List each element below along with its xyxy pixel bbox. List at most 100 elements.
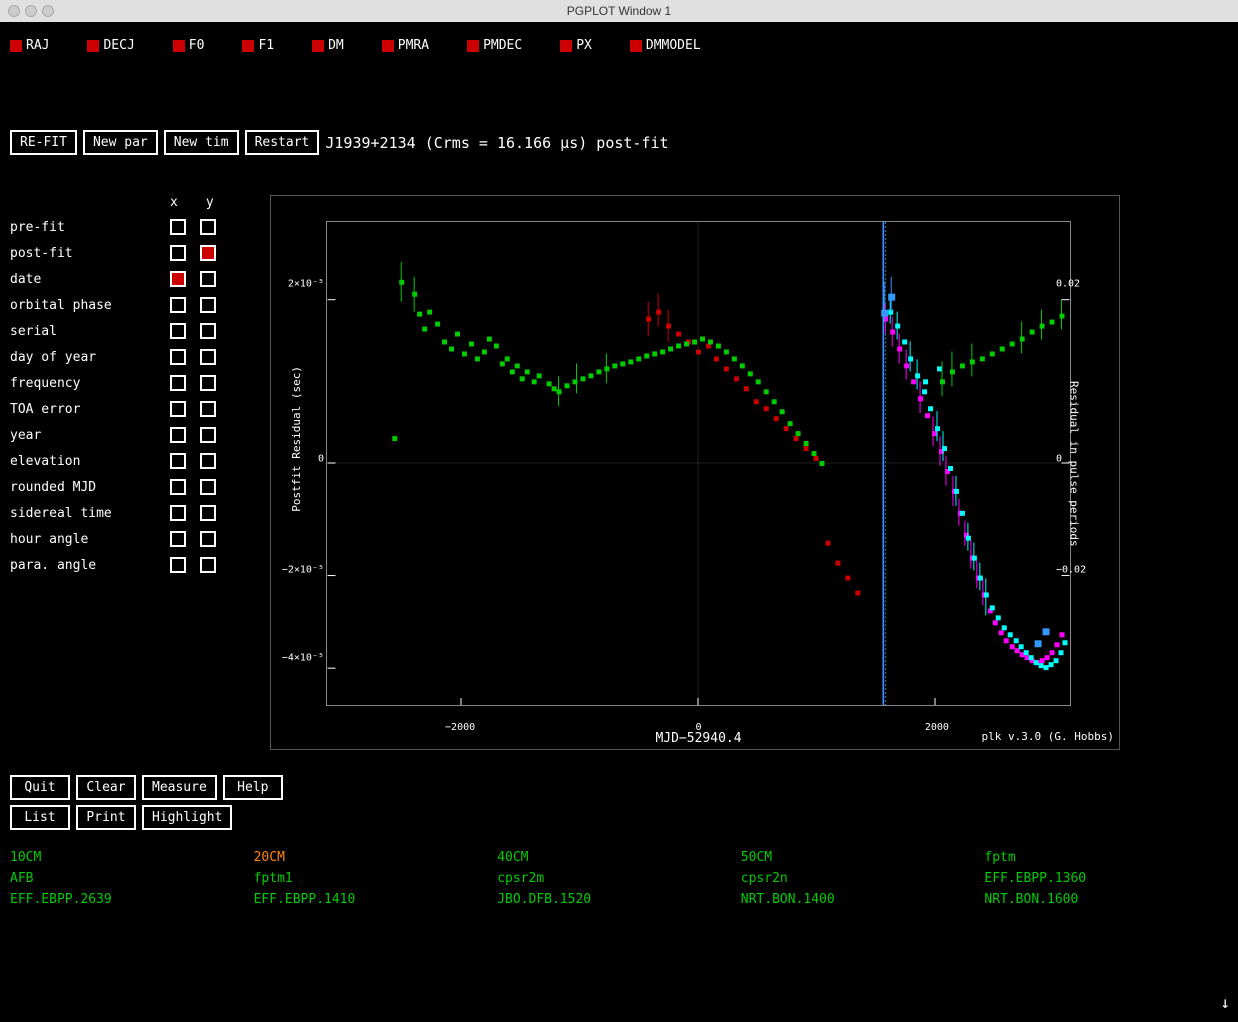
axis-row-frequency[interactable]: frequency [10,370,270,396]
axis-row-label-12: hour angle [10,532,170,547]
checkbox-x-6[interactable] [170,375,186,391]
window-controls [8,5,54,17]
param-toggle-DMMODEL[interactable]: DMMODEL [630,38,701,53]
axis-row-label-7: TOA error [10,402,170,417]
checkbox-x-7[interactable] [170,401,186,417]
x-axis-label: MJD−52940.4 [326,731,1071,746]
right-ytick-0: 0 [1056,453,1062,464]
label-10cm: 10CM [10,850,254,865]
axis-row-rounded-MJD[interactable]: rounded MJD [10,474,270,500]
checkbox-x-0[interactable] [170,219,186,235]
checkbox-x-4[interactable] [170,323,186,339]
checkbox-y-3[interactable] [200,297,216,313]
checkbox-y-2[interactable] [200,271,216,287]
param-toggle-PMRA[interactable]: PMRA [382,38,429,53]
label-fptm: fptm [984,850,1228,865]
checkbox-x-9[interactable] [170,453,186,469]
axis-row-year[interactable]: year [10,422,270,448]
axis-row-post-fit[interactable]: post-fit [10,240,270,266]
checkbox-y-8[interactable] [200,427,216,443]
axis-row-serial[interactable]: serial [10,318,270,344]
param-toggles: RAJ DECJ F0 F1 DM PMRA PMDEC PX DMMODEL [0,30,1238,61]
checkbox-y-4[interactable] [200,323,216,339]
label-eff1410: EFF.EBPP.1410 [254,892,498,907]
checkbox-x-13[interactable] [170,557,186,573]
axis-row-day-of-year[interactable]: day of year [10,344,270,370]
checkbox-x-2[interactable] [170,271,186,287]
axis-row-para.-angle[interactable]: para. angle [10,552,270,578]
plot-area[interactable] [326,221,1071,706]
new-tim-button[interactable]: New tim [164,130,239,155]
axis-row-TOA-error[interactable]: TOA error [10,396,270,422]
list-button[interactable]: List [10,805,70,830]
label-50cm: 50CM [741,850,985,865]
param-toggle-F0[interactable]: F0 [173,38,205,53]
axis-row-label-2: date [10,272,170,287]
checkbox-x-10[interactable] [170,479,186,495]
restart-button[interactable]: Restart [245,130,320,155]
checkbox-x-11[interactable] [170,505,186,521]
axis-row-label-9: elevation [10,454,170,469]
axis-row-label-5: day of year [10,350,170,365]
action-buttons: RE-FIT New par New tim Restart J1939+213… [10,130,669,155]
checkbox-y-13[interactable] [200,557,216,573]
param-toggle-DECJ[interactable]: DECJ [87,38,134,53]
axis-row-pre-fit[interactable]: pre-fit [10,214,270,240]
close-button[interactable] [8,5,20,17]
axis-row-orbital-phase[interactable]: orbital phase [10,292,270,318]
label-nrt1600: NRT.BON.1600 [984,892,1228,907]
axis-row-sidereal-time[interactable]: sidereal time [10,500,270,526]
checkbox-y-0[interactable] [200,219,216,235]
label-eff1360: EFF.EBPP.1360 [984,871,1228,886]
checkbox-x-8[interactable] [170,427,186,443]
checkbox-x-5[interactable] [170,349,186,365]
axis-row-label-8: year [10,428,170,443]
quit-button[interactable]: Quit [10,775,70,800]
refit-button[interactable]: RE-FIT [10,130,77,155]
checkbox-y-10[interactable] [200,479,216,495]
plot-svg [327,222,1070,705]
axis-row-label-3: orbital phase [10,298,170,313]
param-toggle-F1[interactable]: F1 [242,38,274,53]
axis-row-label-0: pre-fit [10,220,170,235]
param-toggle-DM[interactable]: DM [312,38,344,53]
plot-container: 2×10⁻⁵ 0 −2×10⁻⁵ −4×10⁻⁵ Postfit Residua… [270,195,1120,750]
axis-row-elevation[interactable]: elevation [10,448,270,474]
measure-button[interactable]: Measure [142,775,217,800]
highlight-button[interactable]: Highlight [142,805,232,830]
y-axis-label: Postfit Residual (sec) [271,196,321,681]
checkbox-x-1[interactable] [170,245,186,261]
checkbox-x-3[interactable] [170,297,186,313]
checkbox-y-6[interactable] [200,375,216,391]
plk-version: plk v.3.0 (G. Hobbs) [982,730,1114,743]
label-row-1: 10CM 20CM 40CM 50CM fptm [10,850,1228,865]
checkbox-y-5[interactable] [200,349,216,365]
checkbox-y-1[interactable] [200,245,216,261]
checkbox-y-11[interactable] [200,505,216,521]
label-40cm: 40CM [497,850,741,865]
label-fptm1: fptm1 [254,871,498,886]
bottom-row-2: List Print Highlight [10,805,283,830]
help-button[interactable]: Help [223,775,283,800]
scroll-down-arrow[interactable]: ↓ [1220,993,1230,1012]
right-ytick-002: 0.02 [1056,279,1080,290]
param-toggle-PMDEC[interactable]: PMDEC [467,38,522,53]
checkbox-y-9[interactable] [200,453,216,469]
axis-row-hour-angle[interactable]: hour angle [10,526,270,552]
new-par-button[interactable]: New par [83,130,158,155]
label-cpsr2n: cpsr2n [741,871,985,886]
print-button[interactable]: Print [76,805,136,830]
axis-row-date[interactable]: date [10,266,270,292]
maximize-button[interactable] [42,5,54,17]
param-toggle-RAJ[interactable]: RAJ [10,38,49,53]
label-nrt1400: NRT.BON.1400 [741,892,985,907]
minimize-button[interactable] [25,5,37,17]
checkbox-y-12[interactable] [200,531,216,547]
param-toggle-PX[interactable]: PX [560,38,592,53]
label-afb: AFB [10,871,254,886]
axis-row-label-1: post-fit [10,246,170,261]
axis-header: x y [170,195,270,210]
checkbox-x-12[interactable] [170,531,186,547]
checkbox-y-7[interactable] [200,401,216,417]
clear-button[interactable]: Clear [76,775,136,800]
